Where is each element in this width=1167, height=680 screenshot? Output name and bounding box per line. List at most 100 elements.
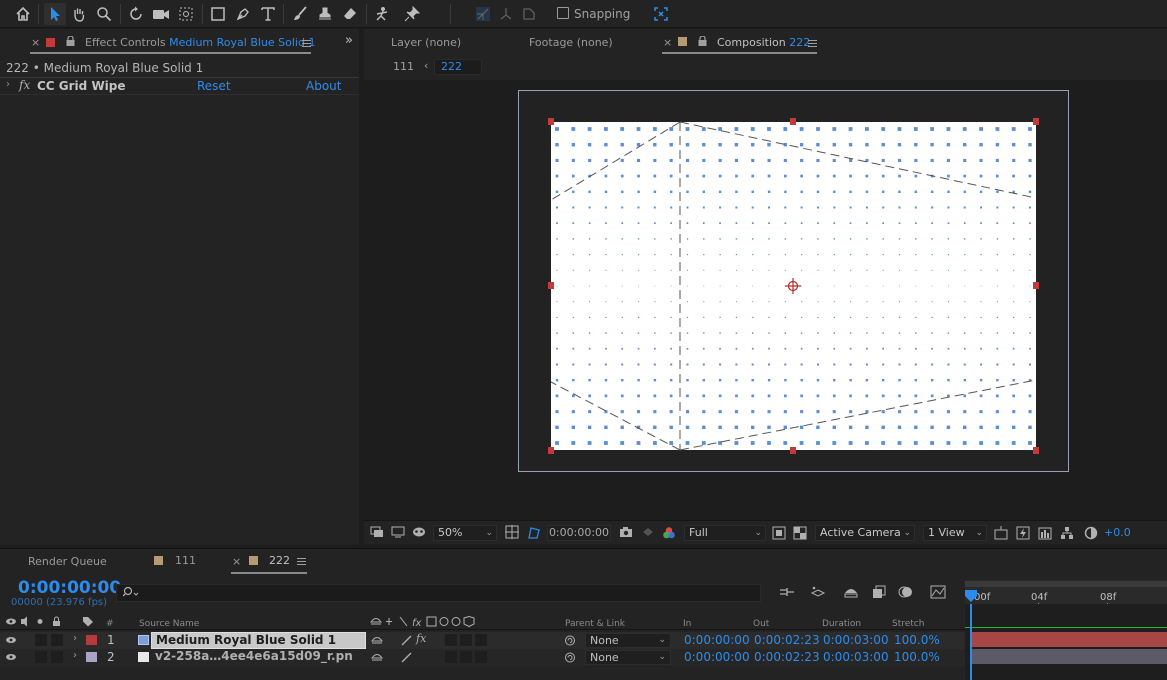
label-column-icon[interactable]	[82, 616, 94, 627]
out-time[interactable]: 0:00:02:23	[754, 633, 820, 647]
parent-dropdown[interactable]: None ⌄	[585, 650, 671, 665]
chevron-left-icon[interactable]: ‹	[424, 59, 428, 72]
current-time-field[interactable]: 0:00:00:00	[547, 525, 611, 541]
out-time[interactable]: 0:00:02:23	[754, 650, 820, 664]
solo-switch[interactable]	[35, 634, 47, 646]
home-icon[interactable]	[12, 3, 34, 25]
switch-cell[interactable]	[460, 651, 472, 663]
title-action-safe-icon[interactable]	[505, 525, 519, 539]
rotation-tool-icon[interactable]	[125, 3, 147, 25]
camera-view-dropdown[interactable]: Active Camera ⌄	[815, 525, 915, 541]
region-of-interest-icon[interactable]	[772, 526, 786, 540]
lock-switch[interactable]	[51, 651, 63, 663]
visibility-eye-icon[interactable]	[5, 636, 17, 644]
mask-visibility-icon[interactable]	[412, 526, 426, 538]
brush-tool-icon[interactable]	[289, 3, 311, 25]
lock-icon[interactable]	[66, 36, 75, 46]
hand-tool-icon[interactable]	[68, 3, 90, 25]
switch-cell[interactable]	[475, 651, 487, 663]
in-time[interactable]: 0:00:00:00	[684, 633, 750, 647]
composition-viewer-tab[interactable]: Composition 222	[717, 36, 810, 49]
layer-name[interactable]: v2-258a…4ee4e6a15d09_r.pn	[151, 649, 366, 666]
channel-icon[interactable]	[662, 526, 676, 540]
panel-menu-icon[interactable]	[808, 40, 817, 47]
layer-1-duration-bar[interactable]	[971, 632, 1167, 647]
transparency-grid-icon[interactable]	[793, 526, 807, 540]
duration-time[interactable]: 0:00:03:00	[823, 633, 889, 647]
lock-switch[interactable]	[51, 634, 63, 646]
pick-whip-icon[interactable]	[564, 635, 576, 646]
duration-time[interactable]: 0:00:03:00	[823, 650, 889, 664]
comp-222-tab[interactable]: 222	[269, 554, 290, 567]
snapping-options-icon[interactable]	[650, 3, 672, 25]
shy-layers-icon[interactable]	[843, 585, 859, 599]
quality-switch-icon[interactable]	[401, 652, 413, 663]
close-tab-icon[interactable]: ×	[31, 36, 40, 49]
local-axis-mode-icon[interactable]	[472, 3, 494, 25]
label-color-swatch[interactable]	[86, 652, 97, 662]
eraser-tool-icon[interactable]	[339, 3, 361, 25]
reset-exposure-icon[interactable]	[1084, 526, 1098, 540]
graph-editor-icon[interactable]	[930, 585, 946, 599]
parent-dropdown[interactable]: None ⌄	[585, 633, 671, 648]
snapping-checkbox[interactable]	[557, 7, 569, 19]
switch-cell[interactable]	[445, 634, 457, 646]
motion-blur-icon[interactable]	[898, 585, 914, 599]
solo-switch[interactable]	[35, 651, 47, 663]
effect-controls-tab[interactable]: Effect Controls Medium Royal Blue Solid …	[85, 36, 315, 49]
quality-switch-icon[interactable]	[401, 635, 413, 646]
fast-previews-icon[interactable]	[1016, 526, 1030, 540]
always-preview-icon[interactable]	[370, 526, 384, 538]
roto-brush-tool-icon[interactable]	[371, 3, 393, 25]
effect-name[interactable]: CC Grid Wipe	[37, 79, 126, 93]
layer-row[interactable]: › 1 Medium Royal Blue Solid 1 fx None ⌄ 0…	[0, 632, 965, 649]
clone-stamp-tool-icon[interactable]	[314, 3, 336, 25]
snapshot-icon[interactable]	[619, 526, 633, 538]
resolution-dropdown[interactable]: Full ⌄	[684, 525, 766, 541]
panel-menu-icon[interactable]	[302, 40, 311, 47]
camera-tool-icon[interactable]	[150, 3, 172, 25]
footage-viewer-tab[interactable]: Footage (none)	[529, 36, 613, 49]
toggle-pixel-aspect-icon[interactable]	[994, 526, 1008, 540]
frame-blending-icon[interactable]	[872, 585, 886, 599]
close-tab-icon[interactable]: ×	[663, 36, 672, 49]
fx-toggle-icon[interactable]: fx	[19, 78, 30, 92]
puppet-pin-tool-icon[interactable]	[401, 3, 423, 25]
show-snapshot-icon[interactable]	[641, 526, 655, 538]
comp-nav-current[interactable]: 222	[434, 59, 482, 75]
layer-row[interactable]: › 2 v2-258a…4ee4e6a15d09_r.pn None ⌄ 0:00…	[0, 649, 965, 666]
switch-cell[interactable]	[460, 634, 472, 646]
timeline-current-time[interactable]: 0:00:00:00	[18, 578, 121, 598]
timeline-icon[interactable]	[1038, 526, 1052, 540]
rectangle-tool-icon[interactable]	[207, 3, 229, 25]
exposure-value[interactable]: +0.0	[1104, 526, 1131, 539]
col-source-name[interactable]: Source Name	[139, 619, 199, 629]
flowchart-icon[interactable]	[1060, 526, 1074, 540]
zoom-tool-icon[interactable]	[93, 3, 115, 25]
view-layout-dropdown[interactable]: 1 View ⌄	[923, 525, 987, 541]
magnification-dropdown[interactable]: 50% ⌄	[433, 525, 497, 541]
label-color-swatch[interactable]	[86, 635, 97, 645]
timeline-search-input[interactable]	[116, 584, 761, 602]
expand-panels-icon[interactable]: »	[345, 33, 353, 48]
monitor-icon[interactable]	[391, 526, 405, 538]
selection-tool-icon[interactable]	[44, 3, 66, 25]
view-axis-mode-icon[interactable]	[518, 3, 540, 25]
close-tab-icon[interactable]: ×	[232, 555, 241, 568]
shy-switch-icon[interactable]	[371, 635, 383, 646]
in-time[interactable]: 0:00:00:00	[684, 650, 750, 664]
draft-3d-icon[interactable]	[810, 585, 826, 601]
playhead-icon[interactable]	[964, 590, 978, 604]
shy-switch-icon[interactable]	[371, 652, 383, 663]
world-axis-mode-icon[interactable]	[495, 3, 517, 25]
switch-cell[interactable]	[445, 651, 457, 663]
switch-cell[interactable]	[475, 634, 487, 646]
toggle-mask-path-icon[interactable]	[526, 525, 542, 541]
about-link[interactable]: About	[306, 79, 341, 93]
effect-expand-chevron-icon[interactable]: ›	[6, 79, 10, 90]
comp-mini-flowchart-icon[interactable]	[779, 586, 795, 600]
render-queue-tab[interactable]: Render Queue	[28, 555, 107, 568]
layer-name[interactable]: Medium Royal Blue Solid 1	[151, 632, 366, 649]
expand-chevron-icon[interactable]: ›	[73, 650, 77, 661]
work-area-bar[interactable]	[965, 581, 1167, 587]
